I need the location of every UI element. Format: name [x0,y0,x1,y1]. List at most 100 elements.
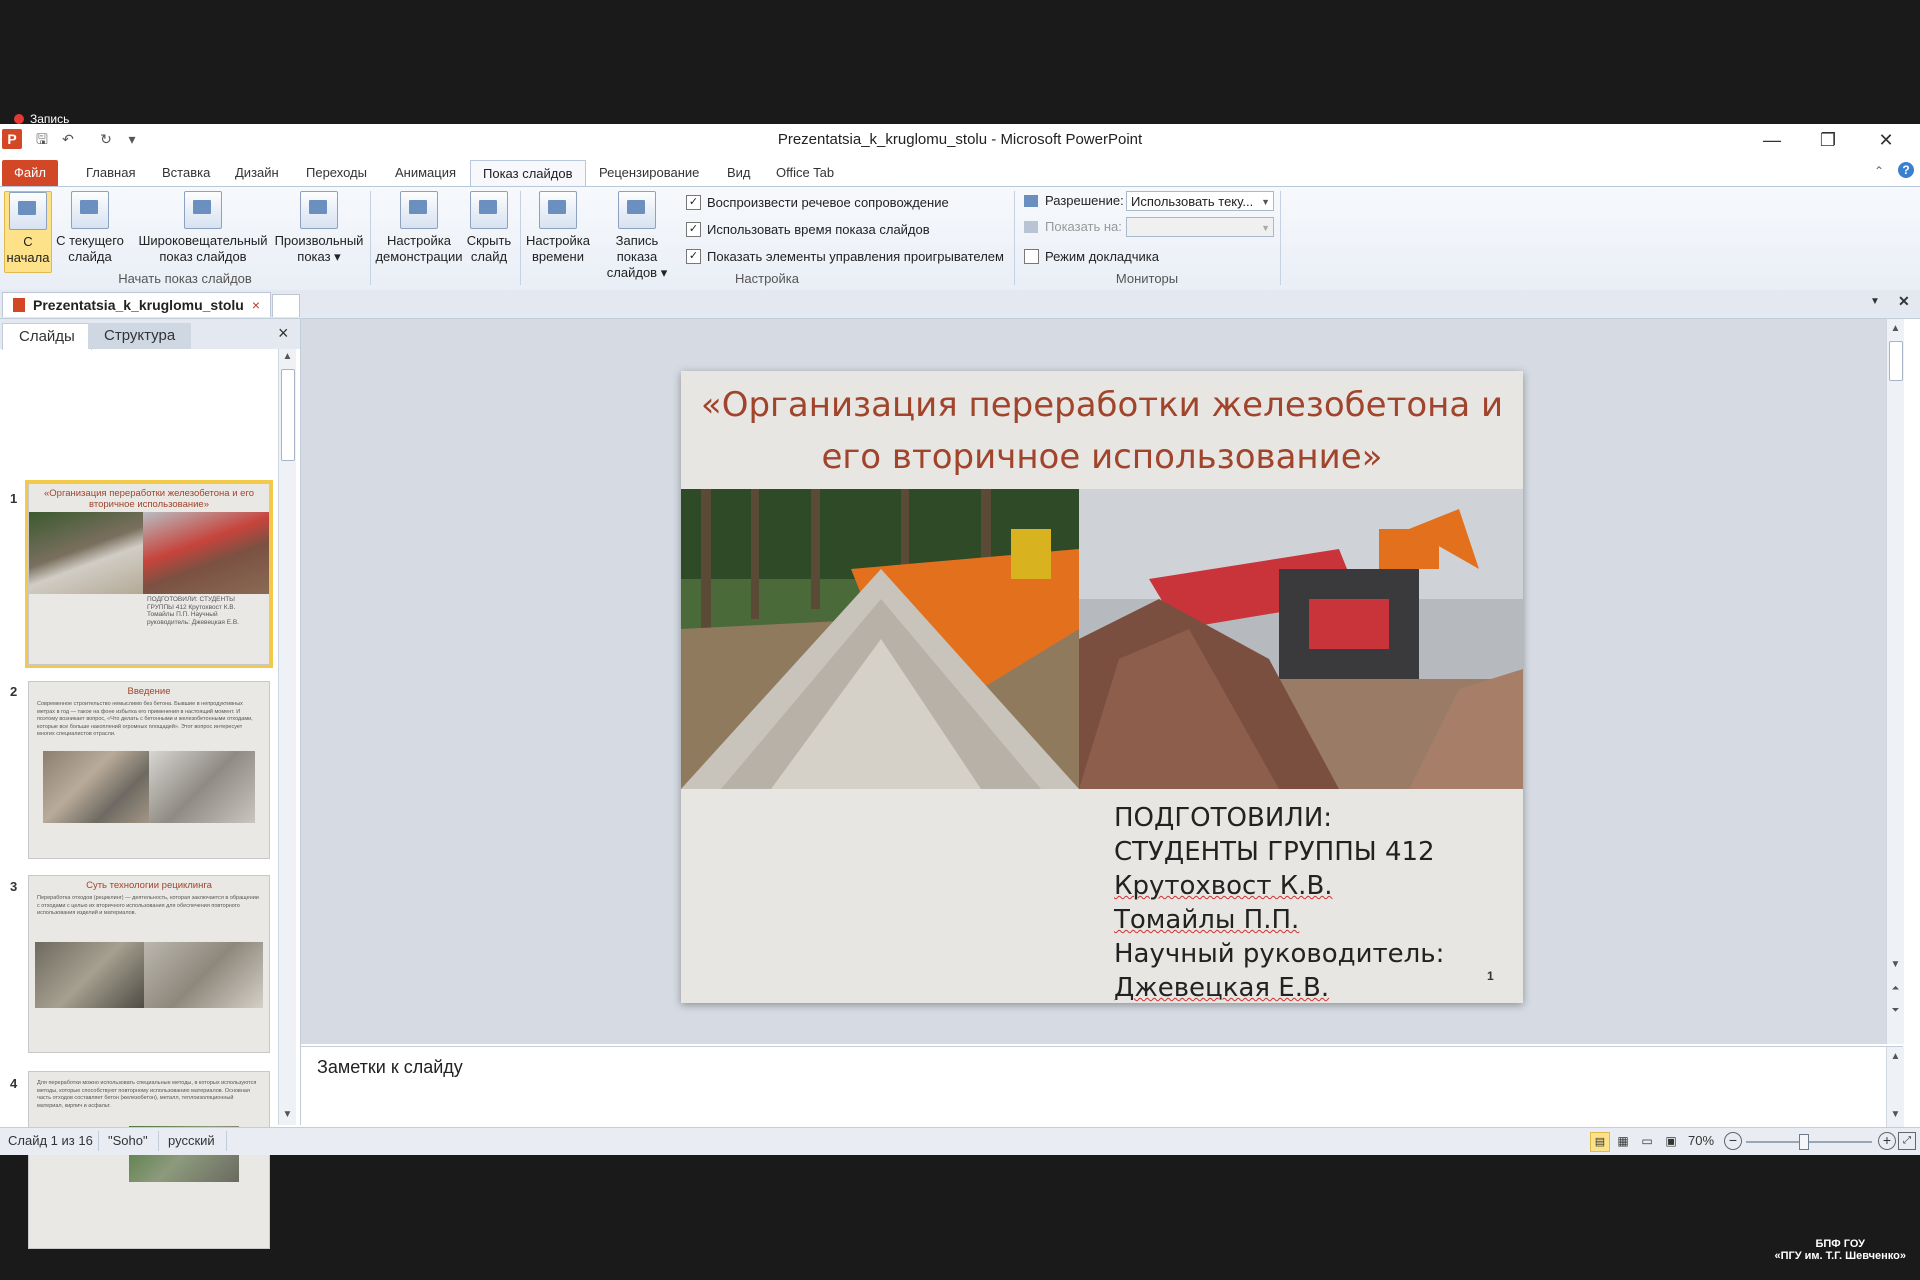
resolution-icon [1024,195,1038,207]
tab-slides[interactable]: Слайды [2,323,92,350]
scroll-up-icon[interactable]: ▲ [1887,1051,1904,1062]
scroll-up-icon[interactable]: ▲ [1887,323,1904,334]
show-on-select[interactable]: ▼ [1126,217,1274,237]
close-icon[interactable]: ✕ [1858,126,1914,154]
ribbon-slideshow: С начала С текущего слайда Широковещател… [0,186,1920,292]
tab-office-tab[interactable]: Office Tab [764,160,846,186]
broadcast-button[interactable]: Широковещательный показ слайдов [134,191,272,265]
from-start-button[interactable]: С начала [4,191,52,273]
tab-animation[interactable]: Анимация [383,160,468,186]
slideshow-start-icon [9,192,47,230]
slide-photo-screener[interactable] [1079,489,1523,789]
tab-list-icon[interactable]: ▼ [1870,296,1880,307]
tab-home[interactable]: Главная [74,160,147,186]
slide-title[interactable]: «Организация переработки железобетона и … [681,379,1523,483]
reading-view-icon[interactable]: ▭ [1638,1132,1656,1150]
minimize-icon[interactable]: — [1744,126,1800,154]
slide-authors-block[interactable]: ПОДГОТОВИЛИ: СТУДЕНТЫ ГРУППЫ 412 Крутохв… [1114,801,1444,1003]
slide-photo-crusher[interactable] [681,489,1079,789]
tab-design[interactable]: Дизайн [223,160,291,186]
document-tabs: Prezentatsia_k_kruglomu_stolu × ▼ ✕ [0,290,1920,319]
next-slide-icon[interactable]: ⏷ [1887,1005,1904,1016]
zoom-out-icon[interactable]: − [1724,1132,1742,1150]
undo-icon[interactable]: ↶ [58,129,78,149]
thumb-title: Суть технологии рециклинга [86,880,212,891]
hide-slide-button[interactable]: Скрыть слайд [466,191,512,265]
presenter-view-checkbox[interactable]: Режим докладчика [1024,249,1159,264]
player-controls-label: Показать элементы управления проигрывате… [707,249,1004,264]
notes-placeholder[interactable]: Заметки к слайду [317,1057,463,1078]
new-tab-button[interactable] [272,294,300,317]
notes-pane[interactable]: Заметки к слайду ▲ ▼ [301,1046,1904,1127]
tab-transitions[interactable]: Переходы [294,160,379,186]
slide-canvas[interactable]: «Организация переработки железобетона и … [681,371,1523,1003]
ribbon-separator [1280,191,1281,285]
window-title: Prezentatsia_k_kruglomu_stolu - Microsof… [777,131,1143,148]
scroll-down-icon[interactable]: ▼ [1887,1109,1904,1120]
slide-sorter-icon[interactable]: ▦ [1614,1132,1632,1150]
rehearse-timings-icon [539,191,577,229]
scroll-down-icon[interactable]: ▼ [279,1109,296,1120]
scrollbar-thumb[interactable] [281,369,295,461]
powerpoint-logo-icon[interactable]: P [2,129,22,149]
setup-show-button[interactable]: Настройка демонстрации [374,191,464,265]
scrollbar-thumb[interactable] [1889,341,1903,381]
record-show-button[interactable]: Запись показа слайдов ▾ [594,191,680,281]
scroll-down-icon[interactable]: ▼ [1887,959,1904,970]
tab-outline[interactable]: Структура [88,323,192,349]
custom-show-icon [300,191,338,229]
tab-file[interactable]: Файл [2,160,58,186]
timings-checkbox[interactable]: ✓ Использовать время показа слайдов [686,222,930,237]
panel-tabs: Слайды Структура × [0,319,300,350]
collapse-ribbon-icon[interactable]: ⌃ [1874,164,1884,178]
resolution-select[interactable]: Использовать теку... ▼ [1126,191,1274,211]
thumb-photos [43,750,255,823]
rehearse-timings-button[interactable]: Настройка времени [524,191,592,265]
player-controls-checkbox[interactable]: ✓ Показать элементы управления проигрыва… [686,249,1004,264]
slide-thumbnail-2[interactable]: Введение Современное строительство немыс… [28,681,270,859]
panel-scrollbar[interactable]: ▲ ▼ [278,349,296,1125]
help-icon[interactable]: ? [1898,162,1914,178]
scroll-up-icon[interactable]: ▲ [279,351,296,362]
slide-thumbnail-3[interactable]: Суть технологии рециклинга Переработка о… [28,875,270,1053]
tab-review[interactable]: Рецензирование [587,160,711,186]
slides-panel: Слайды Структура × 1 «Организация перера… [0,319,301,1249]
close-all-icon[interactable]: ✕ [1898,293,1910,310]
monitor-icon [1024,221,1038,233]
notes-scrollbar[interactable]: ▲ ▼ [1886,1047,1904,1127]
slide-counter[interactable]: Слайд 1 из 16 [8,1133,93,1148]
from-current-button[interactable]: С текущего слайда [54,191,126,265]
language-indicator[interactable]: русский [168,1133,215,1148]
slideshow-view-icon[interactable]: ▣ [1662,1132,1680,1150]
previous-slide-icon[interactable]: ⏶ [1887,983,1904,994]
zoom-slider[interactable] [1746,1134,1872,1150]
tab-view[interactable]: Вид [715,160,763,186]
slide-number: 4 [10,1076,18,1091]
close-panel-icon[interactable]: × [278,323,289,344]
redo-icon[interactable]: ↻ [96,129,116,149]
slide-thumbnail-4[interactable]: Для переработки можно использовать специ… [28,1071,270,1249]
save-icon[interactable]: 🖫 [32,129,52,149]
resolution-label: Разрешение: [1045,193,1124,208]
close-tab-icon[interactable]: × [252,293,260,317]
thumb-title: «Организация переработки железобетона и … [44,488,254,510]
narration-label: Воспроизвести речевое сопровождение [707,195,949,210]
status-separator [226,1131,227,1151]
zoom-slider-thumb[interactable] [1798,1134,1809,1150]
document-tab[interactable]: Prezentatsia_k_kruglomu_stolu × [2,292,272,317]
tab-insert[interactable]: Вставка [150,160,222,186]
customize-quick-access-icon[interactable]: ▾ [122,129,142,149]
slide-thumbnail-1[interactable]: «Организация переработки железобетона и … [25,480,273,668]
checkbox-checked-icon: ✓ [686,222,701,237]
theme-name[interactable]: "Soho" [108,1133,148,1148]
fit-to-window-icon[interactable]: ⤢ [1898,1132,1916,1150]
zoom-in-icon[interactable]: + [1878,1132,1896,1150]
normal-view-icon[interactable]: ▤ [1590,1132,1610,1152]
slide-scrollbar[interactable]: ▲ ▼ ⏶ ⏷ [1886,319,1904,1044]
restore-icon[interactable]: ❐ [1800,126,1856,154]
from-start-label: С начала [6,234,50,265]
zoom-level[interactable]: 70% [1688,1133,1714,1148]
narration-checkbox[interactable]: ✓ Воспроизвести речевое сопровождение [686,195,949,210]
custom-show-button[interactable]: Произвольный показ ▾ [272,191,366,265]
tab-slideshow[interactable]: Показ слайдов [470,160,586,187]
